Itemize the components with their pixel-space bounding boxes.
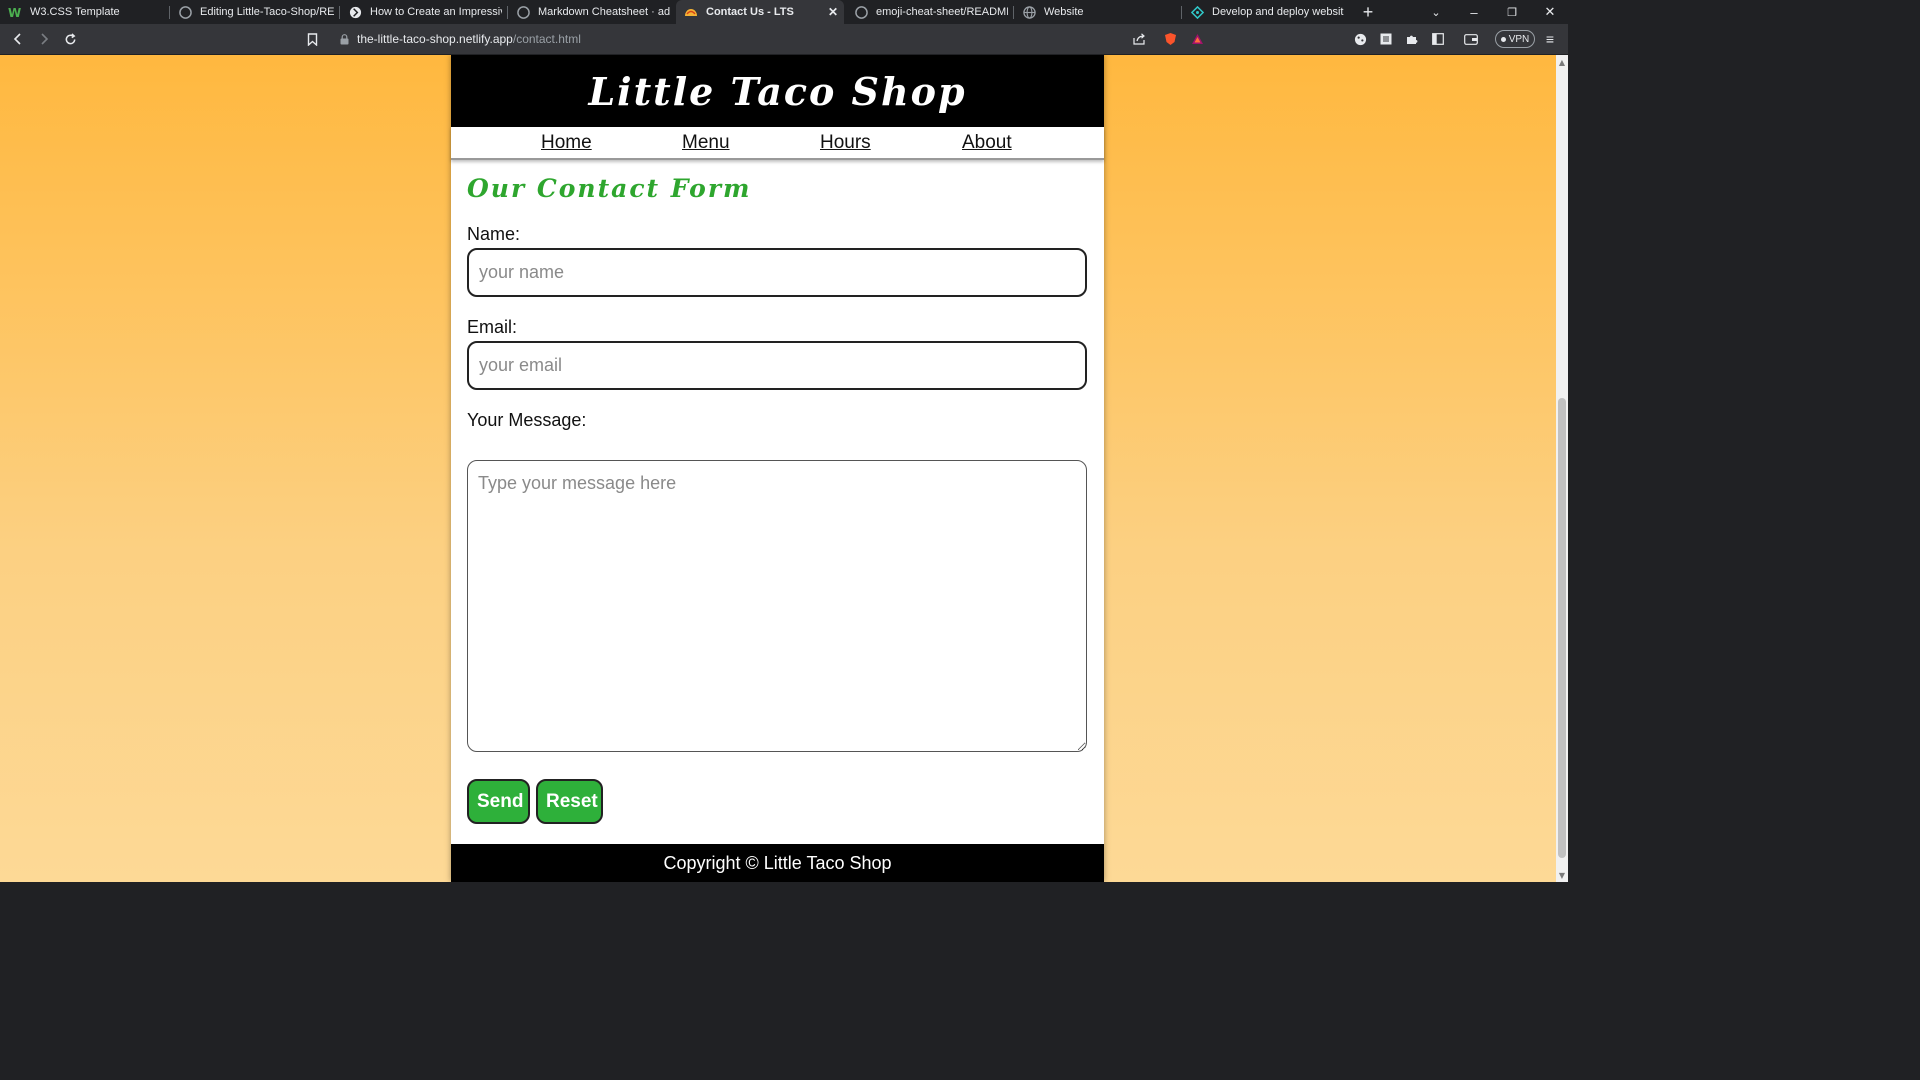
extension-sheet-icon[interactable] bbox=[1376, 28, 1396, 50]
nav-link-hours[interactable]: Hours bbox=[820, 132, 871, 154]
blog-icon bbox=[348, 5, 362, 19]
vpn-button[interactable]: VPN bbox=[1495, 30, 1535, 48]
form-heading: Our Contact Form bbox=[467, 174, 752, 203]
send-button[interactable]: Send bbox=[467, 779, 530, 824]
scrollbar-thumb[interactable] bbox=[1558, 398, 1566, 858]
name-label: Name: bbox=[467, 224, 521, 244]
vpn-status-dot-icon bbox=[1500, 36, 1506, 42]
brave-rewards-icon[interactable] bbox=[1187, 28, 1207, 50]
site-footer: Copyright © Little Taco Shop bbox=[451, 844, 1104, 882]
name-input[interactable] bbox=[467, 248, 1087, 297]
nav-link-about[interactable]: About bbox=[962, 132, 1012, 154]
browser-tab[interactable]: Website bbox=[1014, 0, 1182, 24]
site-header: Little Taco Shop bbox=[451, 55, 1104, 127]
scroll-down-arrow-icon[interactable]: ▼ bbox=[1556, 868, 1568, 882]
restore-icon[interactable]: ❐ bbox=[1498, 0, 1526, 24]
form-actions: Send Reset bbox=[467, 779, 1087, 824]
github-icon bbox=[854, 5, 868, 19]
wallet-icon[interactable] bbox=[1460, 28, 1482, 50]
main-nav: Home Menu Hours About bbox=[451, 127, 1104, 160]
reload-icon[interactable] bbox=[59, 28, 81, 50]
share-icon[interactable] bbox=[1128, 28, 1150, 50]
site-title: Little Taco Shop bbox=[588, 68, 967, 114]
browser-tab[interactable]: emoji-cheat-sheet/README.md bbox=[846, 0, 1014, 24]
browser-tab[interactable]: Markdown Cheatsheet · adam-p bbox=[508, 0, 676, 24]
github-icon bbox=[178, 5, 192, 19]
close-window-icon[interactable]: ✕ bbox=[1536, 0, 1564, 24]
url-host: the-little-taco-shop.netlify.app bbox=[357, 32, 513, 46]
email-input[interactable] bbox=[467, 341, 1087, 390]
browser-tab[interactable]: Editing Little-Taco-Shop/README bbox=[170, 0, 340, 24]
email-label: Email: bbox=[467, 317, 518, 337]
brave-shield-icon[interactable] bbox=[1160, 28, 1180, 50]
address-bar[interactable]: the-little-taco-shop.netlify.app/contact… bbox=[330, 27, 1210, 51]
bookmark-icon[interactable] bbox=[301, 28, 323, 50]
message-label: Your Message: bbox=[467, 410, 587, 430]
reset-button[interactable]: Reset bbox=[536, 779, 603, 824]
browser-tab-active[interactable]: Contact Us - LTS ✕ bbox=[676, 0, 844, 24]
browser-toolbar: the-little-taco-shop.netlify.app/contact… bbox=[0, 24, 1568, 55]
browser-tab[interactable]: Develop and deploy websites a bbox=[1182, 0, 1350, 24]
page-container: Little Taco Shop Home Menu Hours About O… bbox=[451, 55, 1104, 882]
sidebar-icon[interactable] bbox=[1428, 28, 1448, 50]
w3-logo-icon: W bbox=[8, 5, 22, 19]
nav-link-menu[interactable]: Menu bbox=[682, 132, 730, 154]
svg-text:W: W bbox=[8, 6, 21, 19]
globe-icon bbox=[1022, 5, 1036, 19]
page-viewport: Little Taco Shop Home Menu Hours About O… bbox=[0, 55, 1556, 882]
scroll-up-arrow-icon[interactable]: ▲ bbox=[1556, 55, 1568, 69]
browser-tab[interactable]: How to Create an Impressive Gi bbox=[340, 0, 508, 24]
github-icon bbox=[516, 5, 530, 19]
back-arrow-icon[interactable] bbox=[7, 28, 29, 50]
extension-cookie-icon[interactable] bbox=[1350, 28, 1370, 50]
nav-link-home[interactable]: Home bbox=[541, 132, 592, 154]
tab-search-chevron-icon[interactable]: ⌄ bbox=[1424, 0, 1448, 24]
tab-strip: W W3.CSS Template Editing Little-Taco-Sh… bbox=[0, 0, 1568, 24]
message-textarea[interactable] bbox=[467, 460, 1087, 752]
browser-tab[interactable]: W W3.CSS Template bbox=[0, 0, 170, 24]
netlify-icon bbox=[1190, 5, 1204, 19]
new-tab-plus-icon[interactable]: + bbox=[1356, 0, 1380, 24]
contact-form: Our Contact Form Name: Email: Your Messa… bbox=[451, 174, 1104, 824]
lock-icon bbox=[340, 33, 349, 45]
forward-arrow-icon[interactable] bbox=[33, 28, 55, 50]
taco-icon bbox=[684, 5, 698, 19]
minimize-icon[interactable]: – bbox=[1460, 0, 1488, 24]
menu-hamburger-icon[interactable]: ≡ bbox=[1540, 28, 1560, 50]
url-path: /contact.html bbox=[512, 32, 581, 46]
close-tab-icon[interactable]: ✕ bbox=[828, 5, 838, 19]
extensions-puzzle-icon[interactable] bbox=[1402, 28, 1422, 50]
